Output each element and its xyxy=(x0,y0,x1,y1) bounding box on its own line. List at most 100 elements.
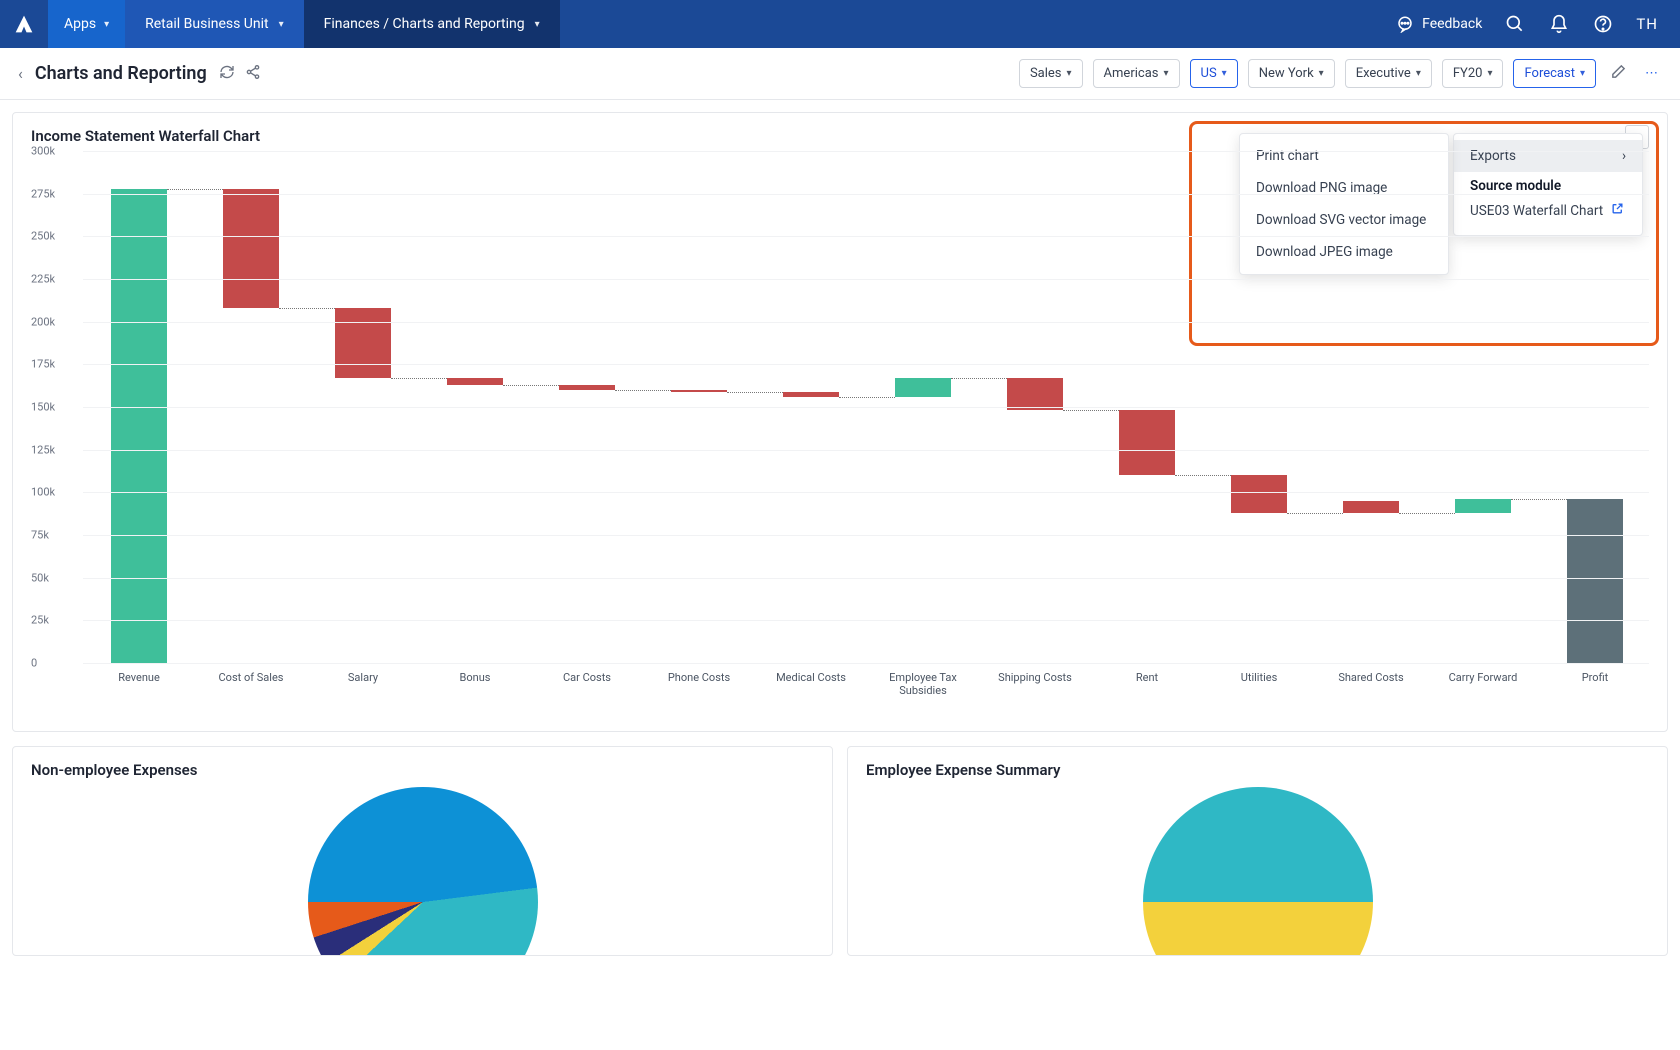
waterfall-bar-medical-costs[interactable] xyxy=(783,392,839,397)
feedback-button[interactable]: Feedback xyxy=(1394,13,1482,35)
chevron-down-icon: ▾ xyxy=(1067,68,1072,79)
edit-button[interactable] xyxy=(1606,63,1631,84)
feedback-label: Feedback xyxy=(1422,16,1482,32)
x-tick-label: Phone Costs xyxy=(668,671,730,684)
y-tick-label: 275k xyxy=(31,187,55,200)
y-tick-label: 125k xyxy=(31,443,55,456)
search-button[interactable] xyxy=(1504,13,1526,35)
non-employee-expenses-pie xyxy=(308,787,538,956)
filter-bar: Sales ▾ Americas ▾ US ▾ New York ▾ Executive▾ FY2… xyxy=(1019,59,1662,88)
speech-bubble-icon xyxy=(1394,13,1416,35)
waterfall-connector xyxy=(1063,410,1119,411)
waterfall-bar-rent[interactable] xyxy=(1119,410,1175,475)
waterfall-bar-profit[interactable] xyxy=(1567,499,1623,663)
x-tick-label: Employee Tax Subsidies xyxy=(875,671,971,697)
y-tick-label: 50k xyxy=(31,571,49,584)
global-top-bar: Apps ▾ Retail Business Unit ▾ Finances /… xyxy=(0,0,1680,48)
waterfall-connector xyxy=(1511,499,1567,500)
y-tick-label: 250k xyxy=(31,230,55,243)
filter-label: Sales xyxy=(1030,66,1062,81)
breadcrumb-workspace-label: Retail Business Unit xyxy=(145,16,268,32)
help-button[interactable] xyxy=(1592,13,1614,35)
filter-label: FY20 xyxy=(1453,66,1483,81)
chevron-down-icon: ▾ xyxy=(1163,68,1168,79)
waterfall-bar-utilities[interactable] xyxy=(1231,475,1287,513)
filter-label: New York xyxy=(1259,66,1314,81)
employee-expense-summary-pie xyxy=(1143,787,1373,956)
page-title: Charts and Reporting xyxy=(35,63,207,84)
y-tick-label: 225k xyxy=(31,273,55,286)
apps-label: Apps xyxy=(64,16,96,32)
filter-chip-forecast[interactable]: Forecast▾ xyxy=(1513,59,1596,88)
waterfall-connector xyxy=(1175,475,1231,476)
waterfall-bar-carry-forward[interactable] xyxy=(1455,499,1511,513)
filter-chip-us[interactable]: US ▾ xyxy=(1190,59,1238,88)
non-employee-expenses-card: Non-employee Expenses xyxy=(12,746,833,956)
y-tick-label: 200k xyxy=(31,315,55,328)
app-logo[interactable] xyxy=(0,0,48,48)
share-icon[interactable] xyxy=(245,64,261,84)
x-tick-label: Bonus xyxy=(460,671,491,684)
card-title: Employee Expense Summary xyxy=(866,761,1649,779)
chevron-down-icon: ▾ xyxy=(279,19,284,30)
y-tick-label: 100k xyxy=(31,486,55,499)
waterfall-bar-shipping-costs[interactable] xyxy=(1007,378,1063,410)
apps-menu-button[interactable]: Apps ▾ xyxy=(48,0,125,48)
x-tick-label: Car Costs xyxy=(563,671,611,684)
employee-expense-summary-card: Employee Expense Summary xyxy=(847,746,1668,956)
waterfall-bar-shared-costs[interactable] xyxy=(1343,501,1399,513)
waterfall-bar-employee-tax-subsidies[interactable] xyxy=(895,378,951,397)
waterfall-connector xyxy=(1399,513,1455,514)
waterfall-bar-revenue[interactable] xyxy=(111,189,167,663)
waterfall-connector xyxy=(279,308,335,309)
breadcrumb-page[interactable]: Finances / Charts and Reporting ▾ xyxy=(304,0,560,48)
waterfall-chart: RevenueCost of SalesSalaryBonusCar Costs… xyxy=(31,151,1649,711)
page-header: ‹ Charts and Reporting Sales▾Americas▾US… xyxy=(0,48,1680,100)
y-tick-label: 150k xyxy=(31,401,55,414)
x-tick-label: Rent xyxy=(1136,671,1158,684)
filter-chip-americas[interactable]: Americas ▾ xyxy=(1093,59,1180,88)
back-button[interactable]: ‹ xyxy=(18,64,23,83)
filter-chip-new-york[interactable]: New York ▾ xyxy=(1248,59,1335,88)
x-tick-label: Profit xyxy=(1582,671,1609,684)
x-tick-label: Salary xyxy=(348,671,378,684)
y-tick-label: 75k xyxy=(31,529,49,542)
waterfall-connector xyxy=(615,390,671,391)
notifications-button[interactable] xyxy=(1548,13,1570,35)
filter-chip-fy20[interactable]: FY20▾ xyxy=(1442,59,1504,88)
y-tick-label: 300k xyxy=(31,145,55,158)
chevron-down-icon: ▾ xyxy=(535,19,540,30)
filter-chip-executive[interactable]: Executive▾ xyxy=(1345,59,1432,88)
filter-label: US xyxy=(1201,66,1217,81)
waterfall-bar-phone-costs[interactable] xyxy=(671,390,727,392)
chevron-down-icon: ▾ xyxy=(1319,68,1324,79)
waterfall-bar-cost-of-sales[interactable] xyxy=(223,189,279,308)
waterfall-connector xyxy=(951,378,1007,379)
filter-chip-sales[interactable]: Sales ▾ xyxy=(1019,59,1083,88)
waterfall-connector xyxy=(167,189,223,190)
breadcrumb-workspace[interactable]: Retail Business Unit ▾ xyxy=(125,0,304,48)
income-statement-waterfall-card: Income Statement Waterfall Chart ⋯ Expor… xyxy=(12,112,1668,732)
waterfall-connector xyxy=(839,397,895,398)
waterfall-bar-salary[interactable] xyxy=(335,308,391,378)
card-title: Non-employee Expenses xyxy=(31,761,814,779)
chevron-down-icon: ▾ xyxy=(1222,68,1227,79)
y-tick-label: 0 xyxy=(31,657,37,670)
y-tick-label: 175k xyxy=(31,358,55,371)
filter-label: Americas xyxy=(1104,66,1159,81)
page-more-button[interactable]: ⋯ xyxy=(1641,66,1662,81)
waterfall-connector xyxy=(727,392,783,393)
refresh-icon[interactable] xyxy=(219,64,235,84)
waterfall-connector xyxy=(391,378,447,379)
chevron-down-icon: ▾ xyxy=(1580,68,1585,79)
x-tick-label: Carry Forward xyxy=(1449,671,1518,684)
waterfall-bar-bonus[interactable] xyxy=(447,378,503,385)
waterfall-bar-car-costs[interactable] xyxy=(559,385,615,390)
y-tick-label: 25k xyxy=(31,614,49,627)
x-tick-label: Medical Costs xyxy=(776,671,846,684)
x-tick-label: Cost of Sales xyxy=(219,671,284,684)
chevron-down-icon: ▾ xyxy=(104,19,109,30)
user-avatar[interactable]: TH xyxy=(1636,15,1658,33)
waterfall-connector xyxy=(503,385,559,386)
x-tick-label: Shared Costs xyxy=(1338,671,1403,684)
